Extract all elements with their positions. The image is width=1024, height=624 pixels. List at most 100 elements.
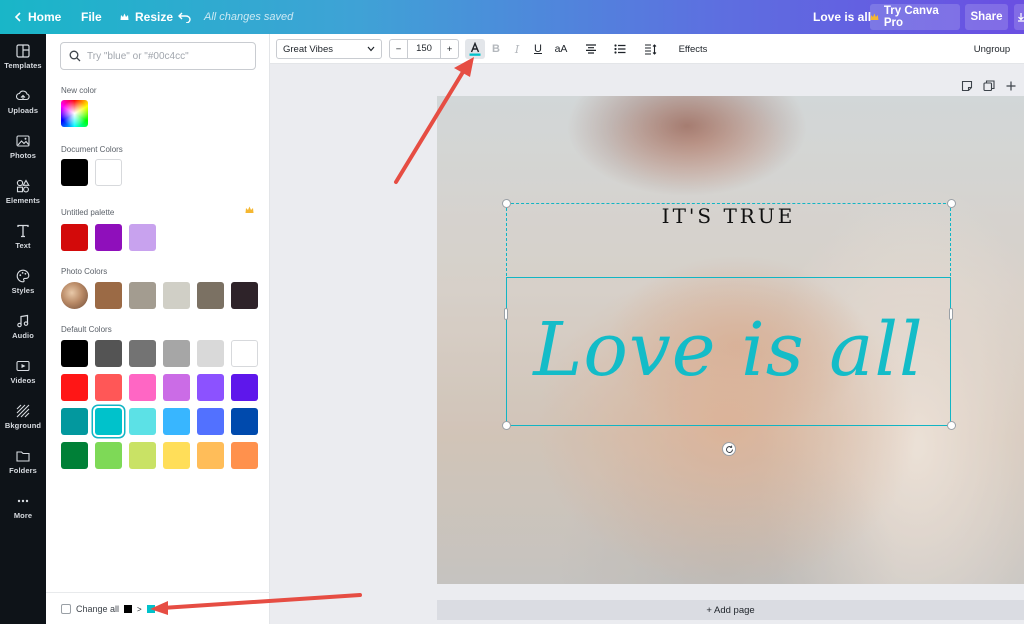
color-search-input[interactable]: [87, 50, 247, 62]
default-color-swatch[interactable]: [95, 442, 122, 469]
resize-handle-top-right[interactable]: [947, 199, 956, 208]
font-size-decrease-button[interactable]: −: [390, 44, 407, 55]
default-color-swatch[interactable]: [163, 374, 190, 401]
default-color-swatch[interactable]: [231, 442, 258, 469]
text-color-button[interactable]: [465, 39, 485, 59]
document-color-swatch[interactable]: [61, 159, 88, 186]
nav-item-more[interactable]: More: [0, 490, 46, 534]
nav-item-videos[interactable]: Videos: [0, 355, 46, 399]
default-color-swatch[interactable]: [163, 340, 190, 367]
file-menu-button[interactable]: File: [81, 0, 102, 34]
spacing-button[interactable]: [642, 39, 658, 59]
design-page[interactable]: IT'S TRUE Love is all: [437, 96, 1024, 584]
script-text[interactable]: Love is all: [506, 277, 951, 426]
font-family-dropdown[interactable]: Great Vibes: [276, 39, 382, 59]
font-family-value: Great Vibes: [283, 43, 333, 55]
photo-thumbnail[interactable]: [61, 282, 88, 309]
default-color-swatch[interactable]: [95, 408, 122, 435]
color-search-box[interactable]: [60, 42, 256, 70]
change-all-row[interactable]: Change all >: [61, 604, 155, 614]
crown-icon[interactable]: [245, 206, 254, 214]
palette-color-swatch[interactable]: [95, 224, 122, 251]
rotate-handle[interactable]: [722, 442, 736, 456]
default-color-swatch[interactable]: [197, 374, 224, 401]
nav-item-photos[interactable]: Photos: [0, 130, 46, 174]
resize-handle-top-left[interactable]: [502, 199, 511, 208]
default-color-swatch[interactable]: [61, 340, 88, 367]
palette-color-swatch[interactable]: [61, 224, 88, 251]
list-button[interactable]: [612, 39, 628, 59]
default-color-swatch[interactable]: [61, 442, 88, 469]
nav-item-text[interactable]: Text: [0, 220, 46, 264]
change-all-label: Change all: [76, 604, 120, 614]
resize-button[interactable]: Resize: [120, 0, 173, 34]
list-icon: [614, 44, 626, 54]
default-color-swatch[interactable]: [129, 374, 156, 401]
letter-case-button[interactable]: aA: [551, 39, 571, 59]
font-size-increase-button[interactable]: +: [441, 44, 458, 55]
default-color-swatch[interactable]: [231, 374, 258, 401]
default-color-swatch[interactable]: [129, 340, 156, 367]
add-page-icon[interactable]: [1005, 80, 1017, 92]
photo-color-swatch[interactable]: [197, 282, 224, 309]
effects-button[interactable]: Effects: [673, 39, 713, 59]
note-icon[interactable]: [961, 80, 973, 92]
photo-color-swatch[interactable]: [163, 282, 190, 309]
nav-item-uploads[interactable]: Uploads: [0, 85, 46, 129]
design-title[interactable]: Love is all: [813, 0, 871, 34]
nav-item-styles[interactable]: Styles: [0, 265, 46, 309]
default-color-swatch[interactable]: [197, 442, 224, 469]
heading-text[interactable]: IT'S TRUE: [506, 203, 951, 228]
align-center-button[interactable]: [583, 39, 599, 59]
resize-handle-right[interactable]: [949, 308, 953, 320]
ungroup-button[interactable]: Ungroup: [970, 39, 1014, 59]
download-button[interactable]: [1014, 4, 1024, 30]
default-color-swatch[interactable]: [163, 442, 190, 469]
left-sidebar: Templates Uploads Photos Elements Text S…: [0, 34, 46, 624]
change-all-checkbox[interactable]: [61, 604, 71, 614]
nav-item-templates[interactable]: Templates: [0, 40, 46, 84]
font-size-stepper: − 150 +: [389, 39, 459, 59]
duplicate-page-icon[interactable]: [983, 80, 995, 92]
palette-color-swatch[interactable]: [129, 224, 156, 251]
add-page-label: + Add page: [706, 604, 755, 616]
design-title-text: Love is all: [813, 10, 872, 24]
default-color-swatch[interactable]: [197, 408, 224, 435]
letter-case-label: aA: [554, 43, 568, 55]
untitled-palette-label: Untitled palette: [61, 208, 115, 217]
bold-button[interactable]: B: [489, 39, 503, 59]
photo-color-swatch[interactable]: [95, 282, 122, 309]
nav-item-audio[interactable]: Audio: [0, 310, 46, 354]
document-color-swatch[interactable]: [95, 159, 122, 186]
default-color-swatch[interactable]: [231, 408, 258, 435]
default-color-swatch[interactable]: [163, 408, 190, 435]
default-color-swatch[interactable]: [95, 374, 122, 401]
default-color-swatch[interactable]: [231, 340, 258, 367]
italic-button[interactable]: I: [510, 39, 524, 59]
default-color-swatch[interactable]: [61, 408, 88, 435]
default-color-swatch[interactable]: [129, 442, 156, 469]
photo-color-swatch[interactable]: [231, 282, 258, 309]
canvas-area: IT'S TRUE Love is all + Add page: [270, 64, 1024, 624]
default-color-swatch[interactable]: [95, 340, 122, 367]
default-color-swatch[interactable]: [197, 340, 224, 367]
default-colors-label: Default Colors: [61, 325, 112, 334]
font-size-value[interactable]: 150: [407, 40, 441, 58]
resize-handle-left[interactable]: [504, 308, 508, 320]
new-color-swatch[interactable]: [61, 100, 88, 127]
undo-button[interactable]: [178, 0, 191, 34]
add-page-button[interactable]: + Add page: [437, 600, 1024, 620]
default-color-swatch[interactable]: [61, 374, 88, 401]
default-color-swatch[interactable]: [129, 408, 156, 435]
try-canva-pro-button[interactable]: Try Canva Pro: [870, 4, 960, 30]
underline-button[interactable]: U: [531, 39, 545, 59]
photo-color-swatch[interactable]: [129, 282, 156, 309]
share-button[interactable]: Share: [965, 4, 1008, 30]
home-button[interactable]: Home: [14, 0, 61, 34]
resize-handle-bottom-left[interactable]: [502, 421, 511, 430]
nav-item-background[interactable]: Bkground: [0, 400, 46, 444]
nav-item-folders[interactable]: Folders: [0, 445, 46, 489]
ungroup-label: Ungroup: [973, 43, 1011, 55]
resize-handle-bottom-right[interactable]: [947, 421, 956, 430]
nav-item-elements[interactable]: Elements: [0, 175, 46, 219]
